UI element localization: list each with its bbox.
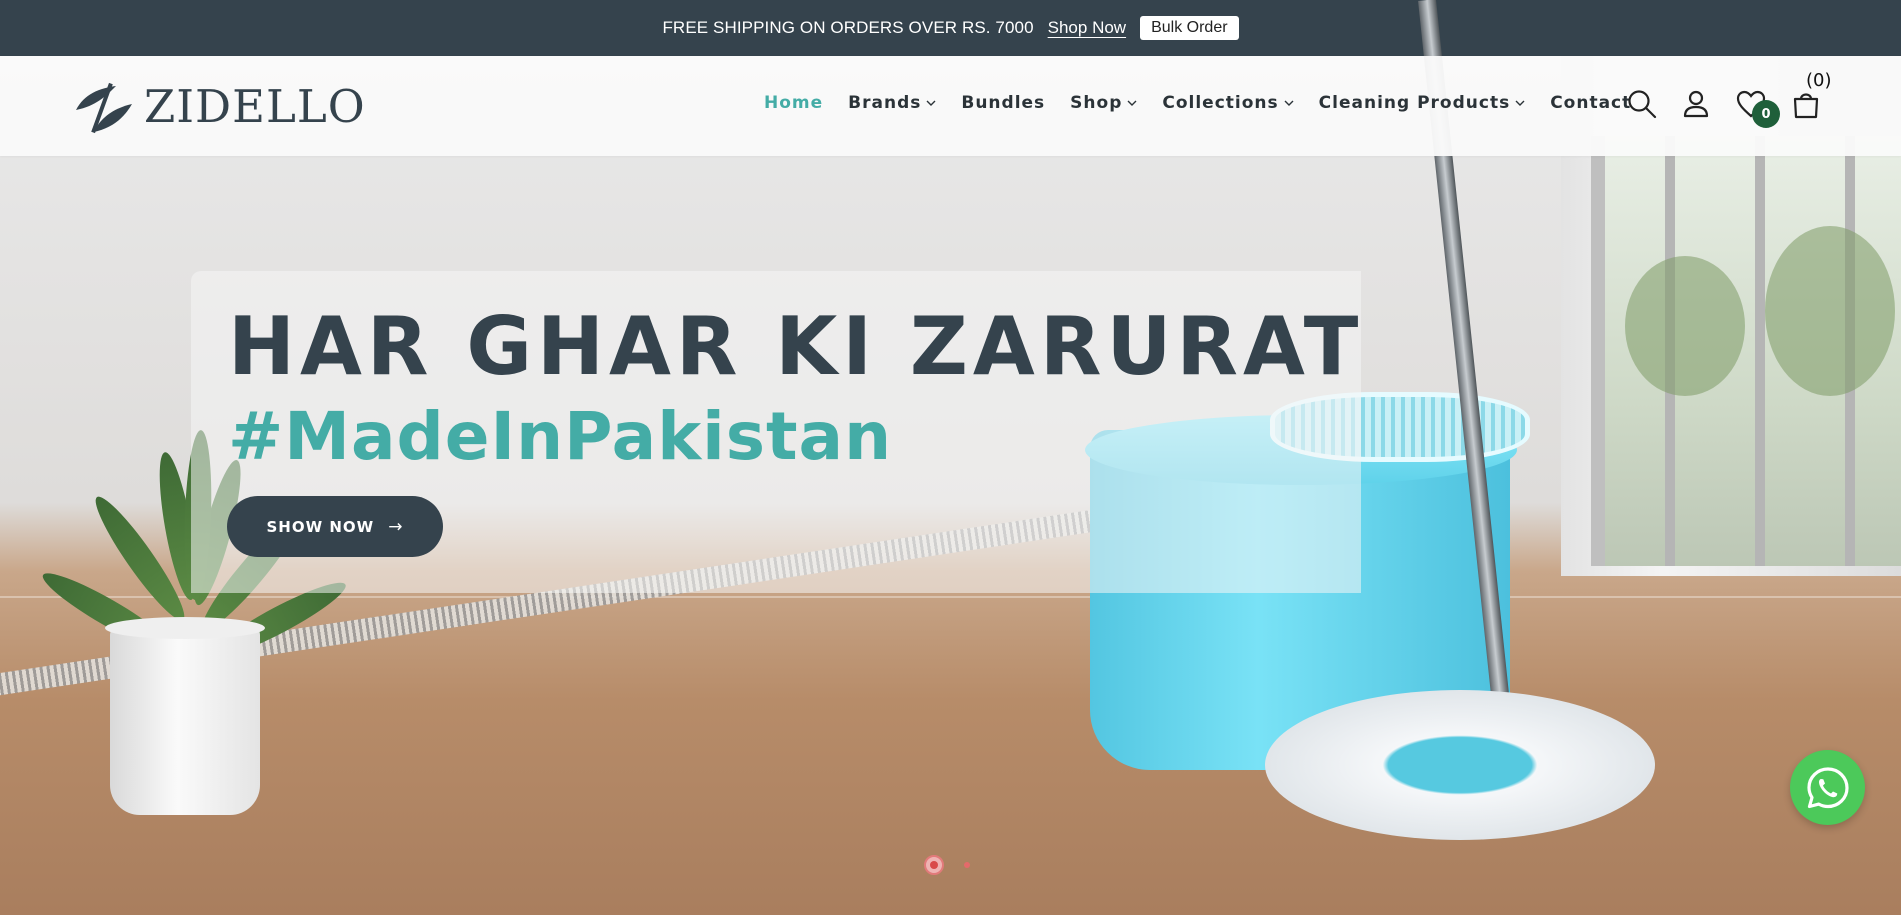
nav-item-collections[interactable]: Collections [1162, 93, 1294, 113]
site-logo[interactable]: ZIDELLO [70, 74, 366, 138]
logo-leaf-icon [76, 82, 132, 134]
whatsapp-icon [1806, 766, 1849, 808]
wishlist-count-badge: 0 [1752, 100, 1780, 128]
show-now-label: SHOW NOW [266, 517, 375, 536]
mop-head [1265, 690, 1655, 840]
nav-label: Home [764, 93, 824, 113]
nav-item-home[interactable]: Home [764, 93, 823, 113]
nav-item-shop[interactable]: Shop [1070, 93, 1137, 113]
logo-text: ZIDELLO [144, 79, 366, 133]
chevron-down-icon [1127, 100, 1137, 106]
show-now-button[interactable]: SHOW NOW → [227, 496, 443, 557]
nav-item-brands[interactable]: Brands [848, 93, 936, 113]
chevron-down-icon [1515, 100, 1525, 106]
nav-label: Cleaning Products [1318, 93, 1511, 113]
announcement-text: FREE SHIPPING ON ORDERS OVER RS. 7000 [662, 18, 1034, 37]
main-nav: Home Brands Bundles Shop Collections Cle… [764, 93, 1631, 113]
bulk-order-button[interactable]: Bulk Order [1140, 16, 1239, 40]
hero-headline: HAR GHAR KI ZARURAT [228, 300, 1364, 393]
announcement-bar: FREE SHIPPING ON ORDERS OVER RS. 7000 Sh… [0, 0, 1901, 56]
slide-dot[interactable] [964, 862, 970, 868]
nav-label: Bundles [961, 93, 1046, 113]
nav-label: Brands [848, 93, 922, 113]
plant-pot [105, 617, 265, 815]
nav-label: Shop [1070, 93, 1123, 113]
hero-hashtag: #MadeInPakistan [228, 398, 893, 475]
nav-item-contact[interactable]: Contact [1550, 93, 1631, 113]
nav-label: Collections [1162, 93, 1279, 113]
shop-now-link[interactable]: Shop Now [1048, 18, 1126, 38]
nav-item-bundles[interactable]: Bundles [961, 93, 1045, 113]
whatsapp-button[interactable] [1790, 750, 1865, 825]
nav-item-cleaning-products[interactable]: Cleaning Products [1319, 93, 1526, 113]
nav-label: Contact [1550, 93, 1632, 113]
slide-dot-active[interactable] [924, 855, 944, 875]
arrow-right-icon: → [388, 516, 404, 537]
user-icon[interactable] [1680, 88, 1712, 120]
chevron-down-icon [926, 100, 936, 106]
search-icon[interactable] [1626, 88, 1658, 120]
hero-background-window [1591, 136, 1901, 566]
chevron-down-icon [1284, 100, 1294, 106]
shopping-bag-icon[interactable] [1790, 88, 1822, 120]
